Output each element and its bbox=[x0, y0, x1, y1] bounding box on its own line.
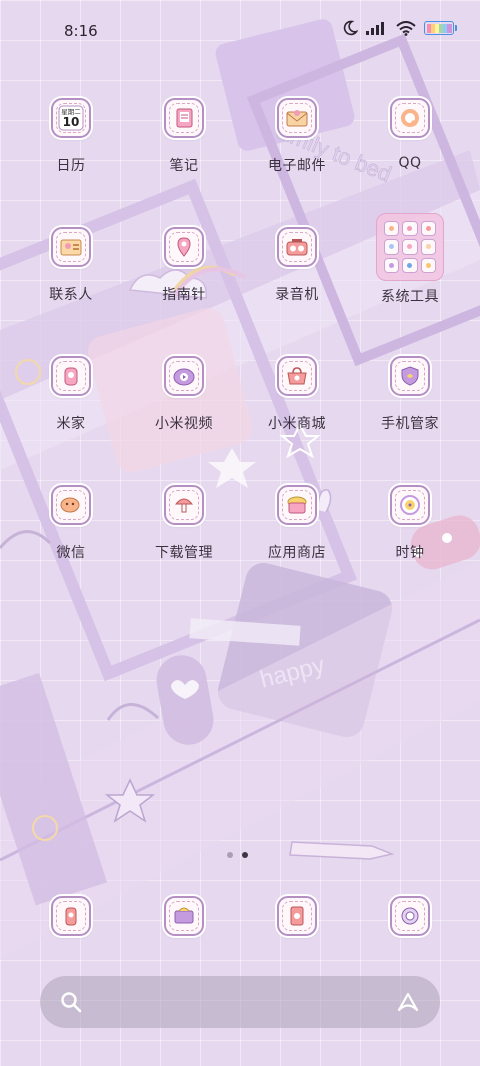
app-label: 录音机 bbox=[275, 287, 319, 303]
app-label: 系统工具 bbox=[381, 289, 439, 305]
app-recorder[interactable]: 录音机 bbox=[241, 227, 353, 304]
dock-camera[interactable] bbox=[354, 896, 466, 936]
app-app-store[interactable]: 应用商店 bbox=[241, 485, 353, 562]
app-label: 指南针 bbox=[162, 287, 206, 303]
calendar-day: 10 bbox=[63, 115, 80, 129]
email-icon bbox=[277, 98, 317, 138]
app-clock[interactable]: 时钟 bbox=[354, 485, 466, 562]
app-compass[interactable]: 指南针 bbox=[128, 227, 240, 304]
app-label: 笔记 bbox=[169, 158, 199, 174]
app-label: 电子邮件 bbox=[268, 158, 326, 174]
messages-icon bbox=[164, 896, 204, 936]
camera-icon bbox=[390, 896, 430, 936]
app-calendar[interactable]: 星期二 10 日历 bbox=[15, 98, 127, 175]
app-label: 手机管家 bbox=[381, 416, 439, 432]
dock-messages[interactable] bbox=[128, 896, 240, 936]
phone-icon bbox=[51, 896, 91, 936]
app-email[interactable]: 电子邮件 bbox=[241, 98, 353, 175]
recorder-icon bbox=[277, 227, 317, 267]
app-qq[interactable]: QQ bbox=[354, 98, 466, 171]
app-label: QQ bbox=[398, 155, 422, 171]
moon-icon bbox=[343, 20, 358, 36]
app-label: 下载管理 bbox=[155, 545, 213, 561]
status-time: 8:16 bbox=[64, 22, 98, 40]
app-download-manager[interactable]: 下载管理 bbox=[128, 485, 240, 562]
app-label: 应用商店 bbox=[268, 545, 326, 561]
app-label: 小米商城 bbox=[268, 416, 326, 432]
app-mijia[interactable]: 米家 bbox=[15, 356, 127, 433]
contacts-icon bbox=[51, 227, 91, 267]
dock-browser[interactable] bbox=[241, 896, 353, 936]
video-icon bbox=[164, 356, 204, 396]
app-label: 日历 bbox=[56, 158, 86, 174]
search-bar[interactable] bbox=[40, 976, 440, 1028]
mijia-icon bbox=[51, 356, 91, 396]
search-icon[interactable] bbox=[60, 991, 82, 1013]
download-icon bbox=[164, 485, 204, 525]
signal-icon bbox=[366, 22, 384, 35]
page-dot-2[interactable] bbox=[242, 852, 248, 858]
app-security[interactable]: 手机管家 bbox=[354, 356, 466, 433]
browser-icon bbox=[277, 896, 317, 936]
app-contacts[interactable]: 联系人 bbox=[15, 227, 127, 304]
app-label: 米家 bbox=[56, 416, 86, 432]
qq-icon bbox=[390, 98, 430, 138]
wifi-icon bbox=[396, 20, 416, 36]
compass-icon bbox=[164, 227, 204, 267]
app-label: 时钟 bbox=[395, 545, 425, 561]
app-mi-video[interactable]: 小米视频 bbox=[128, 356, 240, 433]
page-dot-1[interactable] bbox=[227, 852, 233, 858]
calendar-icon: 星期二 10 bbox=[51, 98, 91, 138]
app-label: 联系人 bbox=[49, 287, 93, 303]
security-icon bbox=[390, 356, 430, 396]
app-label: 小米视频 bbox=[155, 416, 213, 432]
wallpaper-happy-text: happy bbox=[257, 652, 327, 694]
mall-icon bbox=[277, 356, 317, 396]
page-indicator bbox=[227, 852, 248, 858]
app-store-icon bbox=[277, 485, 317, 525]
app-mi-mall[interactable]: 小米商城 bbox=[241, 356, 353, 433]
app-notes[interactable]: 笔记 bbox=[128, 98, 240, 175]
status-icons bbox=[342, 20, 457, 36]
dock-phone[interactable] bbox=[15, 896, 127, 936]
folder-icon bbox=[376, 213, 444, 281]
app-wechat[interactable]: 微信 bbox=[15, 485, 127, 562]
wechat-icon bbox=[51, 485, 91, 525]
notes-icon bbox=[164, 98, 204, 138]
app-label: 微信 bbox=[56, 545, 86, 561]
status-bar: 8:16 bbox=[0, 0, 480, 62]
assistant-icon[interactable] bbox=[396, 990, 420, 1014]
battery-icon bbox=[424, 21, 457, 35]
app-folder-system-tools[interactable]: 系统工具 bbox=[354, 213, 466, 306]
clock-icon bbox=[390, 485, 430, 525]
